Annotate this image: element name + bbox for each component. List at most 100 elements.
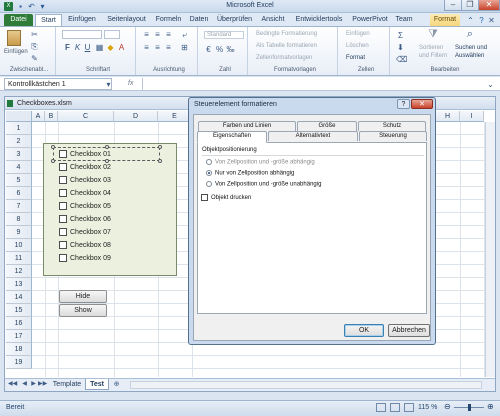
tab-formeln[interactable]: Formeln (153, 14, 184, 26)
align-right-icon[interactable]: ≡ (164, 43, 173, 52)
first-sheet-icon[interactable]: ◀◀ (8, 380, 17, 389)
minimize-icon[interactable]: – (444, 0, 462, 11)
tab-entwicklertools[interactable]: Entwicklertools (290, 14, 348, 26)
row-header-1[interactable]: 1 (6, 122, 32, 135)
row-header-9[interactable]: 9 (6, 226, 32, 239)
cancel-button[interactable]: Abbrechen (388, 324, 430, 337)
ribbon-minimize-icon[interactable]: ⌃ (466, 16, 475, 25)
resize-handle[interactable] (105, 159, 109, 163)
bold-icon[interactable]: F (63, 43, 72, 52)
sheet-tab-template[interactable]: Template (50, 379, 84, 390)
last-sheet-icon[interactable]: ▶▶ (38, 380, 47, 389)
col-header-h[interactable]: H (436, 111, 460, 122)
cell-styles-button[interactable]: Zellenformatvorlagen (256, 55, 312, 61)
row-header-4[interactable]: 4 (6, 161, 32, 174)
resize-handle[interactable] (51, 159, 55, 163)
undo-icon[interactable]: ↶ (27, 2, 36, 11)
align-top-icon[interactable]: ≡ (142, 30, 151, 39)
print-object-checkbox[interactable]: Objekt drucken (201, 194, 251, 201)
thousands-icon[interactable]: ‰ (226, 45, 235, 54)
filter-label[interactable]: und Filtern (419, 53, 447, 59)
border-icon[interactable]: ▦ (95, 43, 104, 52)
col-header-a[interactable]: A (32, 111, 45, 122)
restore-icon[interactable]: ❐ (461, 0, 479, 11)
checkbox-03[interactable]: Checkbox 03 (59, 174, 111, 187)
paste-button[interactable]: Einfügen (4, 49, 28, 55)
row-header-16[interactable]: 16 (6, 317, 32, 330)
row-header-11[interactable]: 11 (6, 252, 32, 265)
name-box[interactable]: Kontrollkästchen 1 (4, 78, 112, 90)
align-center-icon[interactable]: ≡ (153, 43, 162, 52)
tab-powerpivot[interactable]: PowerPivot (350, 14, 390, 26)
option-position-and-size[interactable]: Von Zellposition und -größe abhängig (206, 159, 315, 166)
row-header-13[interactable]: 13 (6, 278, 32, 291)
normal-view-icon[interactable] (376, 403, 386, 412)
row-header-5[interactable]: 5 (6, 174, 32, 187)
tab-eigenschaften[interactable]: Eigenschaften (197, 131, 267, 143)
align-middle-icon[interactable]: ≡ (153, 30, 162, 39)
tab-farben-und-linien[interactable]: Farben und Linien (198, 121, 296, 131)
checkbox-07[interactable]: Checkbox 07 (59, 226, 111, 239)
align-bottom-icon[interactable]: ≡ (164, 30, 173, 39)
tab-format[interactable]: Format (430, 14, 460, 26)
sheet-tab-test[interactable]: Test (85, 379, 109, 390)
resize-handle[interactable] (51, 145, 55, 149)
checkbox-05[interactable]: Checkbox 05 (59, 200, 111, 213)
sort-filter-icon[interactable]: ⧩ (427, 29, 439, 42)
conditional-format-button[interactable]: Bedingte Formatierung (256, 31, 317, 37)
row-header-12[interactable]: 12 (6, 265, 32, 278)
paste-icon[interactable] (7, 30, 21, 46)
col-header-b[interactable]: B (45, 111, 58, 122)
row-header-15[interactable]: 15 (6, 304, 32, 317)
ok-button[interactable]: OK (344, 324, 384, 337)
insert-cells-button[interactable]: Einfügen (346, 31, 370, 37)
format-cells-button[interactable]: Format (346, 55, 365, 61)
zoom-out-icon[interactable]: ⊖ (444, 402, 451, 411)
underline-icon[interactable]: U (83, 43, 92, 52)
row-header-10[interactable]: 10 (6, 239, 32, 252)
format-painter-icon[interactable]: ✎ (30, 54, 39, 63)
font-color-icon[interactable]: A (117, 43, 126, 52)
option-independent[interactable]: Von Zellposition und -größe unabhängig (206, 181, 321, 188)
merge-icon[interactable]: ⊞ (180, 43, 189, 52)
resize-handle[interactable] (158, 145, 162, 149)
row-header-7[interactable]: 7 (6, 200, 32, 213)
tab-groesse[interactable]: Größe (297, 121, 357, 131)
workbook-close-icon[interactable]: ✕ (487, 16, 496, 25)
horizontal-scrollbar[interactable] (130, 381, 482, 389)
delete-cells-button[interactable]: Löschen (346, 43, 369, 49)
save-icon[interactable]: ▪ (16, 2, 25, 11)
italic-icon[interactable]: K (73, 43, 82, 52)
font-name-combo[interactable] (62, 30, 102, 39)
resize-handle[interactable] (105, 145, 109, 149)
vertical-scrollbar[interactable] (485, 122, 495, 377)
wrap-text-icon[interactable]: ⤶ (180, 30, 189, 39)
fill-icon[interactable]: ⬇ (396, 43, 405, 52)
currency-icon[interactable]: € (204, 45, 213, 54)
tab-alternativtext[interactable]: Alternativtext (268, 131, 358, 141)
row-header-17[interactable]: 17 (6, 330, 32, 343)
tab-ueberpruefen[interactable]: Überprüfen (214, 14, 255, 26)
percent-icon[interactable]: % (215, 45, 224, 54)
row-header-6[interactable]: 6 (6, 187, 32, 200)
cut-icon[interactable]: ✂ (30, 30, 39, 39)
formula-input[interactable] (142, 78, 482, 90)
select-all-corner[interactable] (6, 111, 32, 122)
row-header-2[interactable]: 2 (6, 135, 32, 148)
hide-button[interactable]: Hide (59, 290, 107, 303)
zoom-slider-thumb[interactable] (468, 404, 471, 411)
close-icon[interactable]: ✕ (478, 0, 500, 11)
row-header-8[interactable]: 8 (6, 213, 32, 226)
page-break-icon[interactable] (404, 403, 414, 412)
function-icon[interactable]: fx (128, 80, 133, 87)
zoom-level[interactable]: 115 % (418, 404, 437, 411)
help-icon[interactable]: ? (477, 16, 486, 25)
tab-steuerung[interactable]: Steuerung (359, 131, 427, 141)
tab-team[interactable]: Team (392, 14, 416, 26)
tab-datei[interactable]: Datei (4, 14, 33, 26)
find-label[interactable]: Suchen und (455, 45, 487, 51)
option-position-only[interactable]: Nur von Zellposition abhängig (206, 170, 294, 177)
tab-seitenlayout[interactable]: Seitenlayout (103, 14, 150, 26)
prev-sheet-icon[interactable]: ◀ (20, 380, 29, 389)
row-header-14[interactable]: 14 (6, 291, 32, 304)
